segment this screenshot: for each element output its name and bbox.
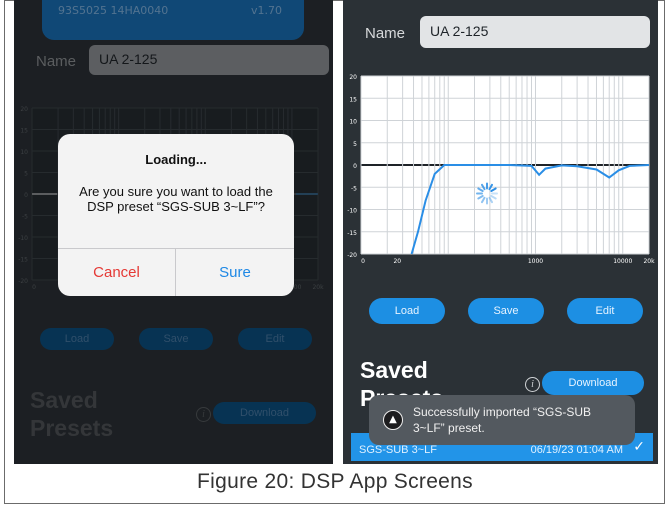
info-icon[interactable]: i (525, 377, 540, 392)
import-toast: ▲ Successfully imported “SGS-SUB 3~LF” p… (369, 395, 635, 445)
preset-date: 06/19/23 01:04 AM (530, 444, 623, 456)
save-button[interactable]: Save (468, 298, 544, 324)
preset-name: SGS-SUB 3~LF (359, 444, 437, 456)
y-tick-label: -10 (347, 208, 357, 215)
x-tick-label: 20 (393, 258, 401, 265)
name-value: UA 2-125 (430, 23, 489, 39)
app-logo-icon: ▲ (383, 410, 403, 430)
x-tick-label: 20k (643, 258, 655, 265)
y-tick-label: -15 (347, 230, 357, 237)
dialog-title: Loading... (145, 152, 207, 167)
y-tick-label: 0 (353, 163, 357, 170)
figure-caption: Figure 20: DSP App Screens (197, 470, 473, 493)
y-tick-label: 10 (349, 119, 357, 126)
load-confirm-dialog: Loading... Are you sure you want to load… (58, 134, 294, 296)
check-icon: ✓ (633, 439, 645, 455)
dialog-message: Are you sure you want to load the DSP pr… (79, 184, 273, 214)
y-tick-label: 20 (349, 74, 357, 81)
right-app-screen: Name UA 2-125 20 15 10 5 0 -5 -10 -15 -20 0 20 1000… (343, 0, 658, 464)
sure-button[interactable]: Sure (176, 249, 294, 296)
x-tick-label: 1000 (528, 258, 543, 265)
download-button[interactable]: Download (542, 371, 644, 395)
name-label: Name (365, 25, 406, 42)
y-tick-label: -20 (347, 252, 357, 259)
x-tick-label: 0 (361, 258, 365, 265)
eq-graph: 20 15 10 5 0 -5 -10 -15 -20 0 20 1000 10000 20k (343, 70, 658, 270)
y-tick-label: -5 (351, 185, 357, 192)
left-app-screen: 93S5025 14HA0040 v1.70 Name UA 2-125 20 1… (14, 0, 333, 464)
y-tick-label: 15 (349, 96, 357, 103)
edit-button[interactable]: Edit (567, 298, 643, 324)
x-tick-label: 10000 (613, 258, 632, 265)
load-button[interactable]: Load (369, 298, 445, 324)
toast-message: Successfully imported “SGS-SUB 3~LF” pre… (413, 405, 592, 435)
cancel-button[interactable]: Cancel (58, 249, 175, 296)
y-tick-label: 5 (353, 141, 357, 148)
name-field[interactable]: UA 2-125 (420, 16, 650, 48)
